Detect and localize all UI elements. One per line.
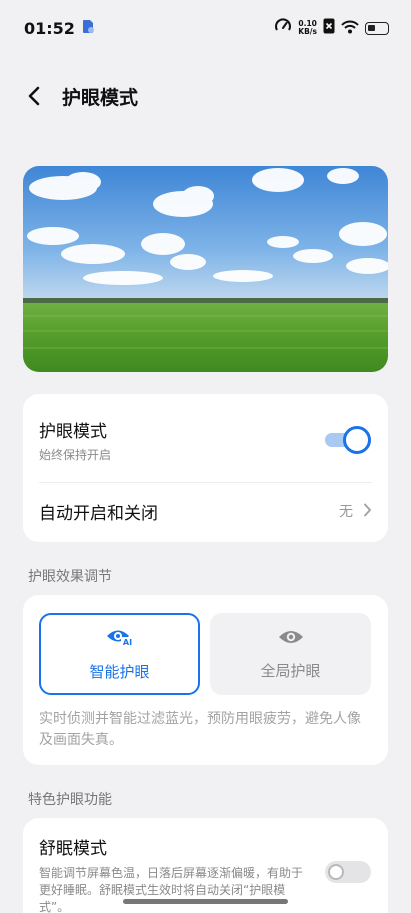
eye-ai-badge: AI xyxy=(122,638,131,647)
sleep-mode-toggle-switch[interactable] xyxy=(325,858,371,886)
toggle-knob xyxy=(343,426,371,454)
status-left: 01:52 xyxy=(24,18,95,38)
toggle-knob xyxy=(328,864,344,880)
eye-care-toggle-row[interactable]: 护眼模式 始终保持开启 xyxy=(23,408,388,472)
chevron-left-icon xyxy=(28,86,40,106)
eye-care-settings-card: 护眼模式 始终保持开启 自动开启和关闭 无 xyxy=(23,394,388,542)
status-right: 0.10 KB/s xyxy=(274,17,389,39)
smart-eye-care-label: 智能护眼 xyxy=(89,662,150,681)
sleep-mode-title: 舒眠模式 xyxy=(39,839,107,859)
wifi-icon xyxy=(341,19,359,38)
hero-landscape-image xyxy=(23,166,388,372)
chevron-right-icon xyxy=(363,502,372,521)
page-title: 护眼模式 xyxy=(62,86,139,109)
back-button[interactable] xyxy=(6,72,62,120)
notification-app-icon xyxy=(81,18,95,38)
no-sim-icon xyxy=(323,18,335,38)
eye-care-toggle-text: 护眼模式 始终保持开启 xyxy=(39,417,111,463)
eye-icon xyxy=(278,628,304,650)
auto-schedule-value: 无 xyxy=(339,504,353,520)
page-header: 护眼模式 xyxy=(0,72,411,120)
home-indicator[interactable] xyxy=(123,899,288,904)
status-time: 01:52 xyxy=(24,18,75,38)
eye-care-mode-description: 实时侦测并智能过滤蓝光，预防用眼疲劳，避免人像及画面失真。 xyxy=(39,711,361,748)
eye-care-toggle-switch[interactable] xyxy=(325,426,371,454)
eye-ai-icon: AI xyxy=(106,627,134,651)
eye-care-toggle-subtitle: 始终保持开启 xyxy=(39,448,112,462)
status-bar: 01:52 0.10 KB/s xyxy=(0,0,411,56)
auto-schedule-title: 自动开启和关闭 xyxy=(39,503,158,524)
eye-care-mode-card: AI 智能护眼 全局护眼 实时侦测并智能过滤蓝光，预防用眼疲劳，避免人像及画面失… xyxy=(23,595,388,765)
smart-eye-care-option[interactable]: AI 智能护眼 xyxy=(39,613,200,695)
auto-schedule-row[interactable]: 自动开启和关闭 无 xyxy=(23,483,388,539)
sleep-mode-description: 智能调节屏幕色温，日落后屏幕逐渐偏暖，有助于更好睡眠。舒眠模式生效时将自动关闭“… xyxy=(39,866,304,913)
net-speed: 0.10 KB/s xyxy=(298,20,317,36)
eye-care-toggle-title: 护眼模式 xyxy=(39,422,107,442)
global-eye-care-option[interactable]: 全局护眼 xyxy=(210,613,371,695)
speedometer-icon xyxy=(274,17,292,39)
net-speed-unit: KB/s xyxy=(298,27,317,36)
features-section-label: 特色护眼功能 xyxy=(28,792,112,808)
global-eye-care-label: 全局护眼 xyxy=(260,661,321,680)
battery-icon xyxy=(365,21,389,35)
adjust-section-label: 护眼效果调节 xyxy=(28,569,112,585)
